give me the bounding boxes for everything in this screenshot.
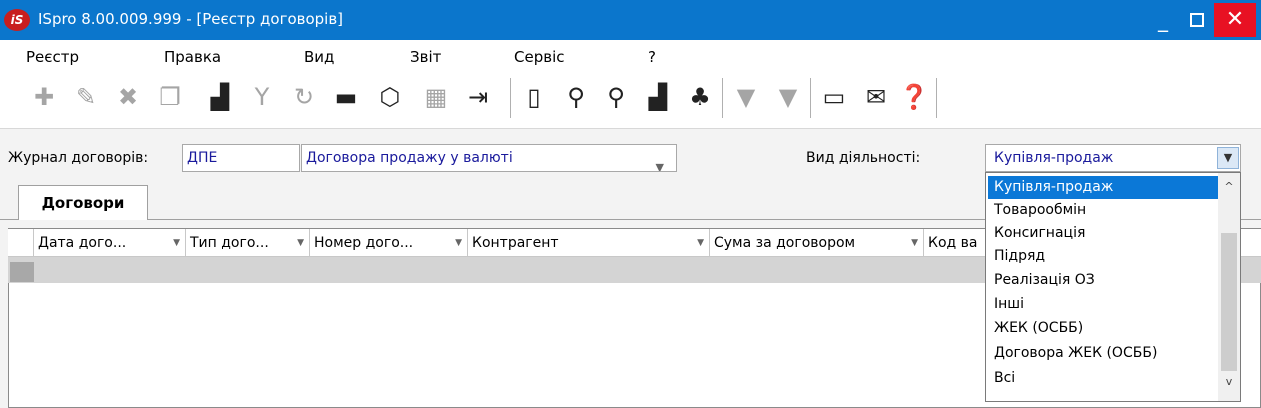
toolbar: ✚ ✎ ✖ ❐ ▟ Y ↻ ▬ ⬡ ▦ ⇥ ▯ ⚲ ⚲ ▟ ♣ ▼ ▼ ▭ ✉ … <box>0 72 1261 122</box>
toolbar-separator <box>936 78 937 118</box>
menu-help[interactable]: ? <box>648 48 656 66</box>
scroll-down-icon[interactable]: v <box>1218 371 1240 393</box>
toolbar-separator <box>722 78 723 118</box>
activity-label: Вид діяльності: <box>806 150 921 166</box>
toolbar-separator <box>510 78 511 118</box>
column-amount-label: Сума за договором <box>714 235 856 251</box>
filter-funnel-icon[interactable]: ▼ <box>730 80 762 114</box>
journal-label: Журнал договорів: <box>8 150 149 166</box>
dropdown-option[interactable]: Підряд <box>988 245 1220 268</box>
sort-arrow-icon[interactable]: ▼ <box>455 229 462 257</box>
minimize-button[interactable]: _ <box>1146 3 1180 37</box>
dropdown-option[interactable]: Консигнація <box>988 222 1220 245</box>
tree-icon[interactable]: ♣ <box>684 80 716 114</box>
sort-arrow-icon[interactable]: ▼ <box>911 229 918 257</box>
menu-registry[interactable]: Реєстр <box>26 48 79 66</box>
activity-select-value: Купівля-продаж <box>994 150 1114 166</box>
activity-dropdown-list: Купівля-продаж Товарообмін Консигнація П… <box>985 172 1241 402</box>
sort-arrow-icon[interactable]: ▼ <box>697 229 704 257</box>
refresh-icon[interactable]: ↻ <box>288 80 320 114</box>
excel-icon[interactable]: ▦ <box>420 80 452 114</box>
filter-icon[interactable]: Y <box>246 80 278 114</box>
row-indicator <box>10 262 34 282</box>
maximize-button[interactable] <box>1180 3 1214 37</box>
user-search-icon[interactable]: ▟ <box>642 80 674 114</box>
add-icon[interactable]: ✚ <box>28 80 60 114</box>
activity-dropdown-button[interactable]: ▼ <box>1217 147 1239 169</box>
column-type[interactable]: Тип дого... ▼ <box>186 229 310 257</box>
clear-filter-icon[interactable]: ▼ <box>772 80 804 114</box>
activity-select[interactable]: Купівля-продаж <box>985 144 1241 172</box>
document-icon[interactable]: ▭ <box>818 80 850 114</box>
maximize-icon <box>1190 13 1204 27</box>
menu-view[interactable]: Вид <box>304 48 334 66</box>
tab-contracts[interactable]: Договори <box>18 185 148 221</box>
scrollbar-thumb[interactable] <box>1221 233 1237 371</box>
app-logo: iS <box>4 9 30 31</box>
dropdown-option[interactable]: Всі <box>988 367 1220 390</box>
column-number-label: Номер дого... <box>314 235 414 251</box>
dropdown-option[interactable]: Купівля-продаж <box>988 176 1220 199</box>
dropdown-option[interactable]: ЖЕК (ОСББ) <box>988 317 1220 340</box>
chevron-down-icon: ▼ <box>1223 151 1233 164</box>
column-counterparty[interactable]: Контрагент ▼ <box>468 229 710 257</box>
book-icon[interactable]: ▯ <box>518 80 550 114</box>
journal-select-value: Договора продажу у валюті <box>306 150 513 166</box>
window-title: ISpro 8.00.009.999 - [Реєстр договорів] <box>38 10 344 28</box>
print-icon[interactable]: ▬ <box>330 80 362 114</box>
search-next-icon[interactable]: ⚲ <box>600 80 632 114</box>
dropdown-option[interactable]: Товарообмін <box>988 199 1220 222</box>
edit-icon[interactable]: ✎ <box>70 80 102 114</box>
menu-edit[interactable]: Правка <box>164 48 221 66</box>
mail-icon[interactable]: ✉ <box>860 80 892 114</box>
toolbar-separator <box>810 78 811 118</box>
chevron-down-icon: ▼ <box>655 161 664 172</box>
scroll-up-icon[interactable]: ^ <box>1218 176 1240 198</box>
column-date-label: Дата дого... <box>38 235 127 251</box>
menu-bar: Реєстр Правка Вид Звіт Сервіс ? <box>0 40 1261 70</box>
export-icon[interactable]: ⇥ <box>462 80 494 114</box>
copy-icon[interactable]: ❐ <box>154 80 186 114</box>
package-icon[interactable]: ⬡ <box>374 80 406 114</box>
column-counterparty-label: Контрагент <box>472 235 559 251</box>
column-type-label: Тип дого... <box>190 235 269 251</box>
menu-report[interactable]: Звіт <box>410 48 441 66</box>
title-bar: iS ISpro 8.00.009.999 - [Реєстр договорі… <box>0 0 1261 40</box>
row-indicator-header <box>8 229 34 257</box>
column-number[interactable]: Номер дого... ▼ <box>310 229 468 257</box>
sort-arrow-icon[interactable]: ▼ <box>173 229 180 257</box>
dropdown-option[interactable]: Договора ЖЕК (ОСББ) <box>988 342 1220 365</box>
search-icon[interactable]: ⚲ <box>560 80 592 114</box>
column-amount[interactable]: Сума за договором ▼ <box>710 229 924 257</box>
column-date[interactable]: Дата дого... ▼ <box>34 229 186 257</box>
delete-icon[interactable]: ✖ <box>112 80 144 114</box>
column-currency-label: Код ва <box>928 235 978 251</box>
journal-code-field[interactable]: ДПЕ <box>182 144 300 172</box>
help-icon[interactable]: ❓ <box>898 80 930 114</box>
dropdown-option[interactable]: Реалізація ОЗ <box>988 269 1220 292</box>
close-button[interactable]: ✕ <box>1214 3 1256 37</box>
journal-select[interactable]: Договора продажу у валюті ▼ <box>301 144 677 172</box>
user-card-icon[interactable]: ▟ <box>204 80 236 114</box>
sort-arrow-icon[interactable]: ▼ <box>297 229 304 257</box>
dropdown-option[interactable]: Інші <box>988 293 1220 316</box>
menu-service[interactable]: Сервіс <box>514 48 564 66</box>
